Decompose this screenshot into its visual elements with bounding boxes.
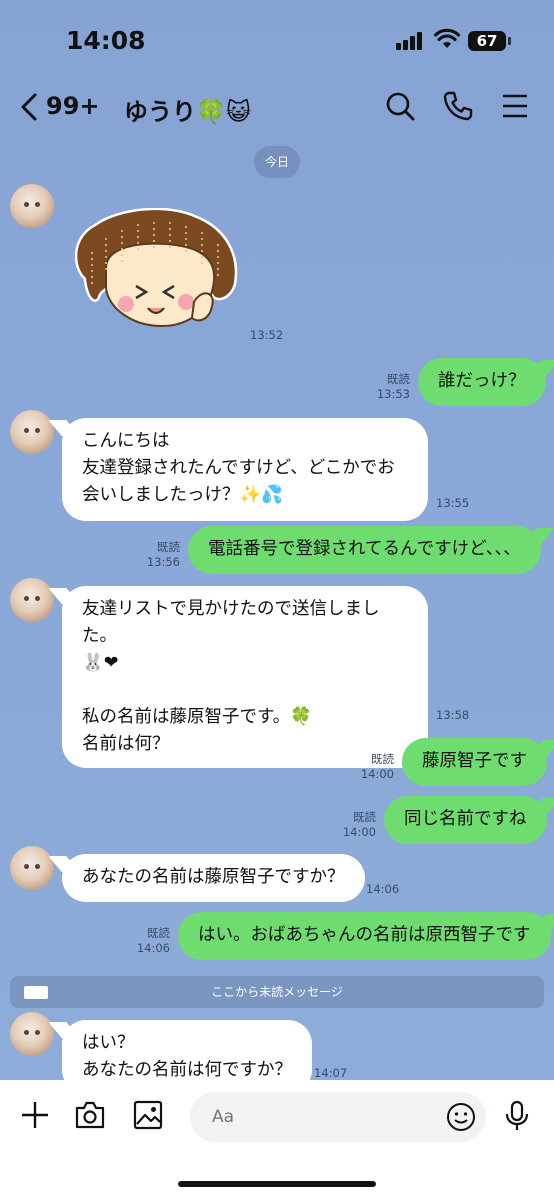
read-receipt: 既読 14:06 (136, 926, 170, 955)
microphone-icon[interactable] (504, 1100, 530, 1132)
home-indicator (178, 1181, 376, 1187)
friend-avatar[interactable] (10, 578, 54, 622)
message-time: 14:06 (366, 882, 400, 896)
image-icon[interactable] (133, 1100, 163, 1130)
read-receipt: 既読 13:56 (146, 540, 180, 569)
read-receipt: 既読 13:53 (376, 372, 410, 401)
message-time: 14:07 (314, 1066, 348, 1080)
girl-sticker[interactable] (66, 208, 242, 330)
status-bar: 14:08 67 (0, 0, 554, 74)
message-time: 13:58 (436, 708, 470, 722)
status-time: 14:08 (66, 26, 146, 55)
friend-avatar[interactable] (10, 410, 54, 454)
message-time: 13:52 (250, 328, 284, 342)
emoji-icon[interactable] (446, 1102, 476, 1132)
tag-icon (24, 986, 48, 999)
message-bubble-outgoing[interactable]: 電話番号で登録されてるんですけど、、、 (188, 526, 541, 574)
message-bubble-incoming[interactable]: こんにちは 友達登録されたんですけど、どこかでお会いしましたっけ？✨💦 (62, 418, 428, 521)
unread-divider-label: ここから未読メッセージ (211, 985, 343, 999)
search-icon[interactable] (384, 90, 416, 122)
back-chevron-icon[interactable] (18, 92, 40, 122)
battery-cap (508, 37, 511, 45)
message-bubble-outgoing[interactable]: 誰だっけ？ (418, 358, 546, 406)
message-time: 13:55 (436, 496, 470, 510)
chat-title[interactable]: ゆうり🍀😺 (124, 92, 251, 127)
friend-avatar[interactable] (10, 846, 54, 890)
phone-icon[interactable] (442, 90, 474, 122)
cellular-signal-icon (396, 32, 426, 50)
friend-avatar[interactable] (10, 1012, 54, 1056)
read-receipt: 既読 14:00 (360, 752, 394, 781)
chat-screen: 14:08 67 99+ ゆうり🍀😺 今日 13:52 既読 13:53 誰だっ… (0, 0, 554, 1200)
unread-count[interactable]: 99+ (46, 92, 100, 120)
message-bubble-outgoing[interactable]: はい。おばあちゃんの名前は原西智子です (178, 912, 551, 960)
battery-indicator: 67 (468, 31, 506, 51)
menu-icon[interactable] (502, 94, 528, 118)
date-separator: 今日 (254, 146, 300, 178)
camera-icon[interactable] (74, 1100, 106, 1130)
message-input-bar (0, 1080, 554, 1200)
wifi-icon (434, 28, 460, 48)
chat-header: 99+ ゆうり🍀😺 (0, 74, 554, 140)
message-bubble-incoming[interactable]: 友達リストで見かけたので送信しました。 🐰❤ 私の名前は藤原智子です。🍀 名前は… (62, 586, 428, 768)
unread-divider: ここから未読メッセージ (10, 976, 544, 1008)
message-bubble-incoming[interactable]: あなたの名前は藤原智子ですか？ (62, 854, 365, 902)
message-input[interactable] (190, 1092, 486, 1142)
message-bubble-outgoing[interactable]: 藤原智子です (402, 738, 547, 786)
friend-avatar[interactable] (10, 184, 54, 228)
read-receipt: 既読 14:00 (342, 810, 376, 839)
message-bubble-outgoing[interactable]: 同じ名前ですね (384, 796, 547, 844)
plus-icon[interactable] (20, 1100, 50, 1130)
